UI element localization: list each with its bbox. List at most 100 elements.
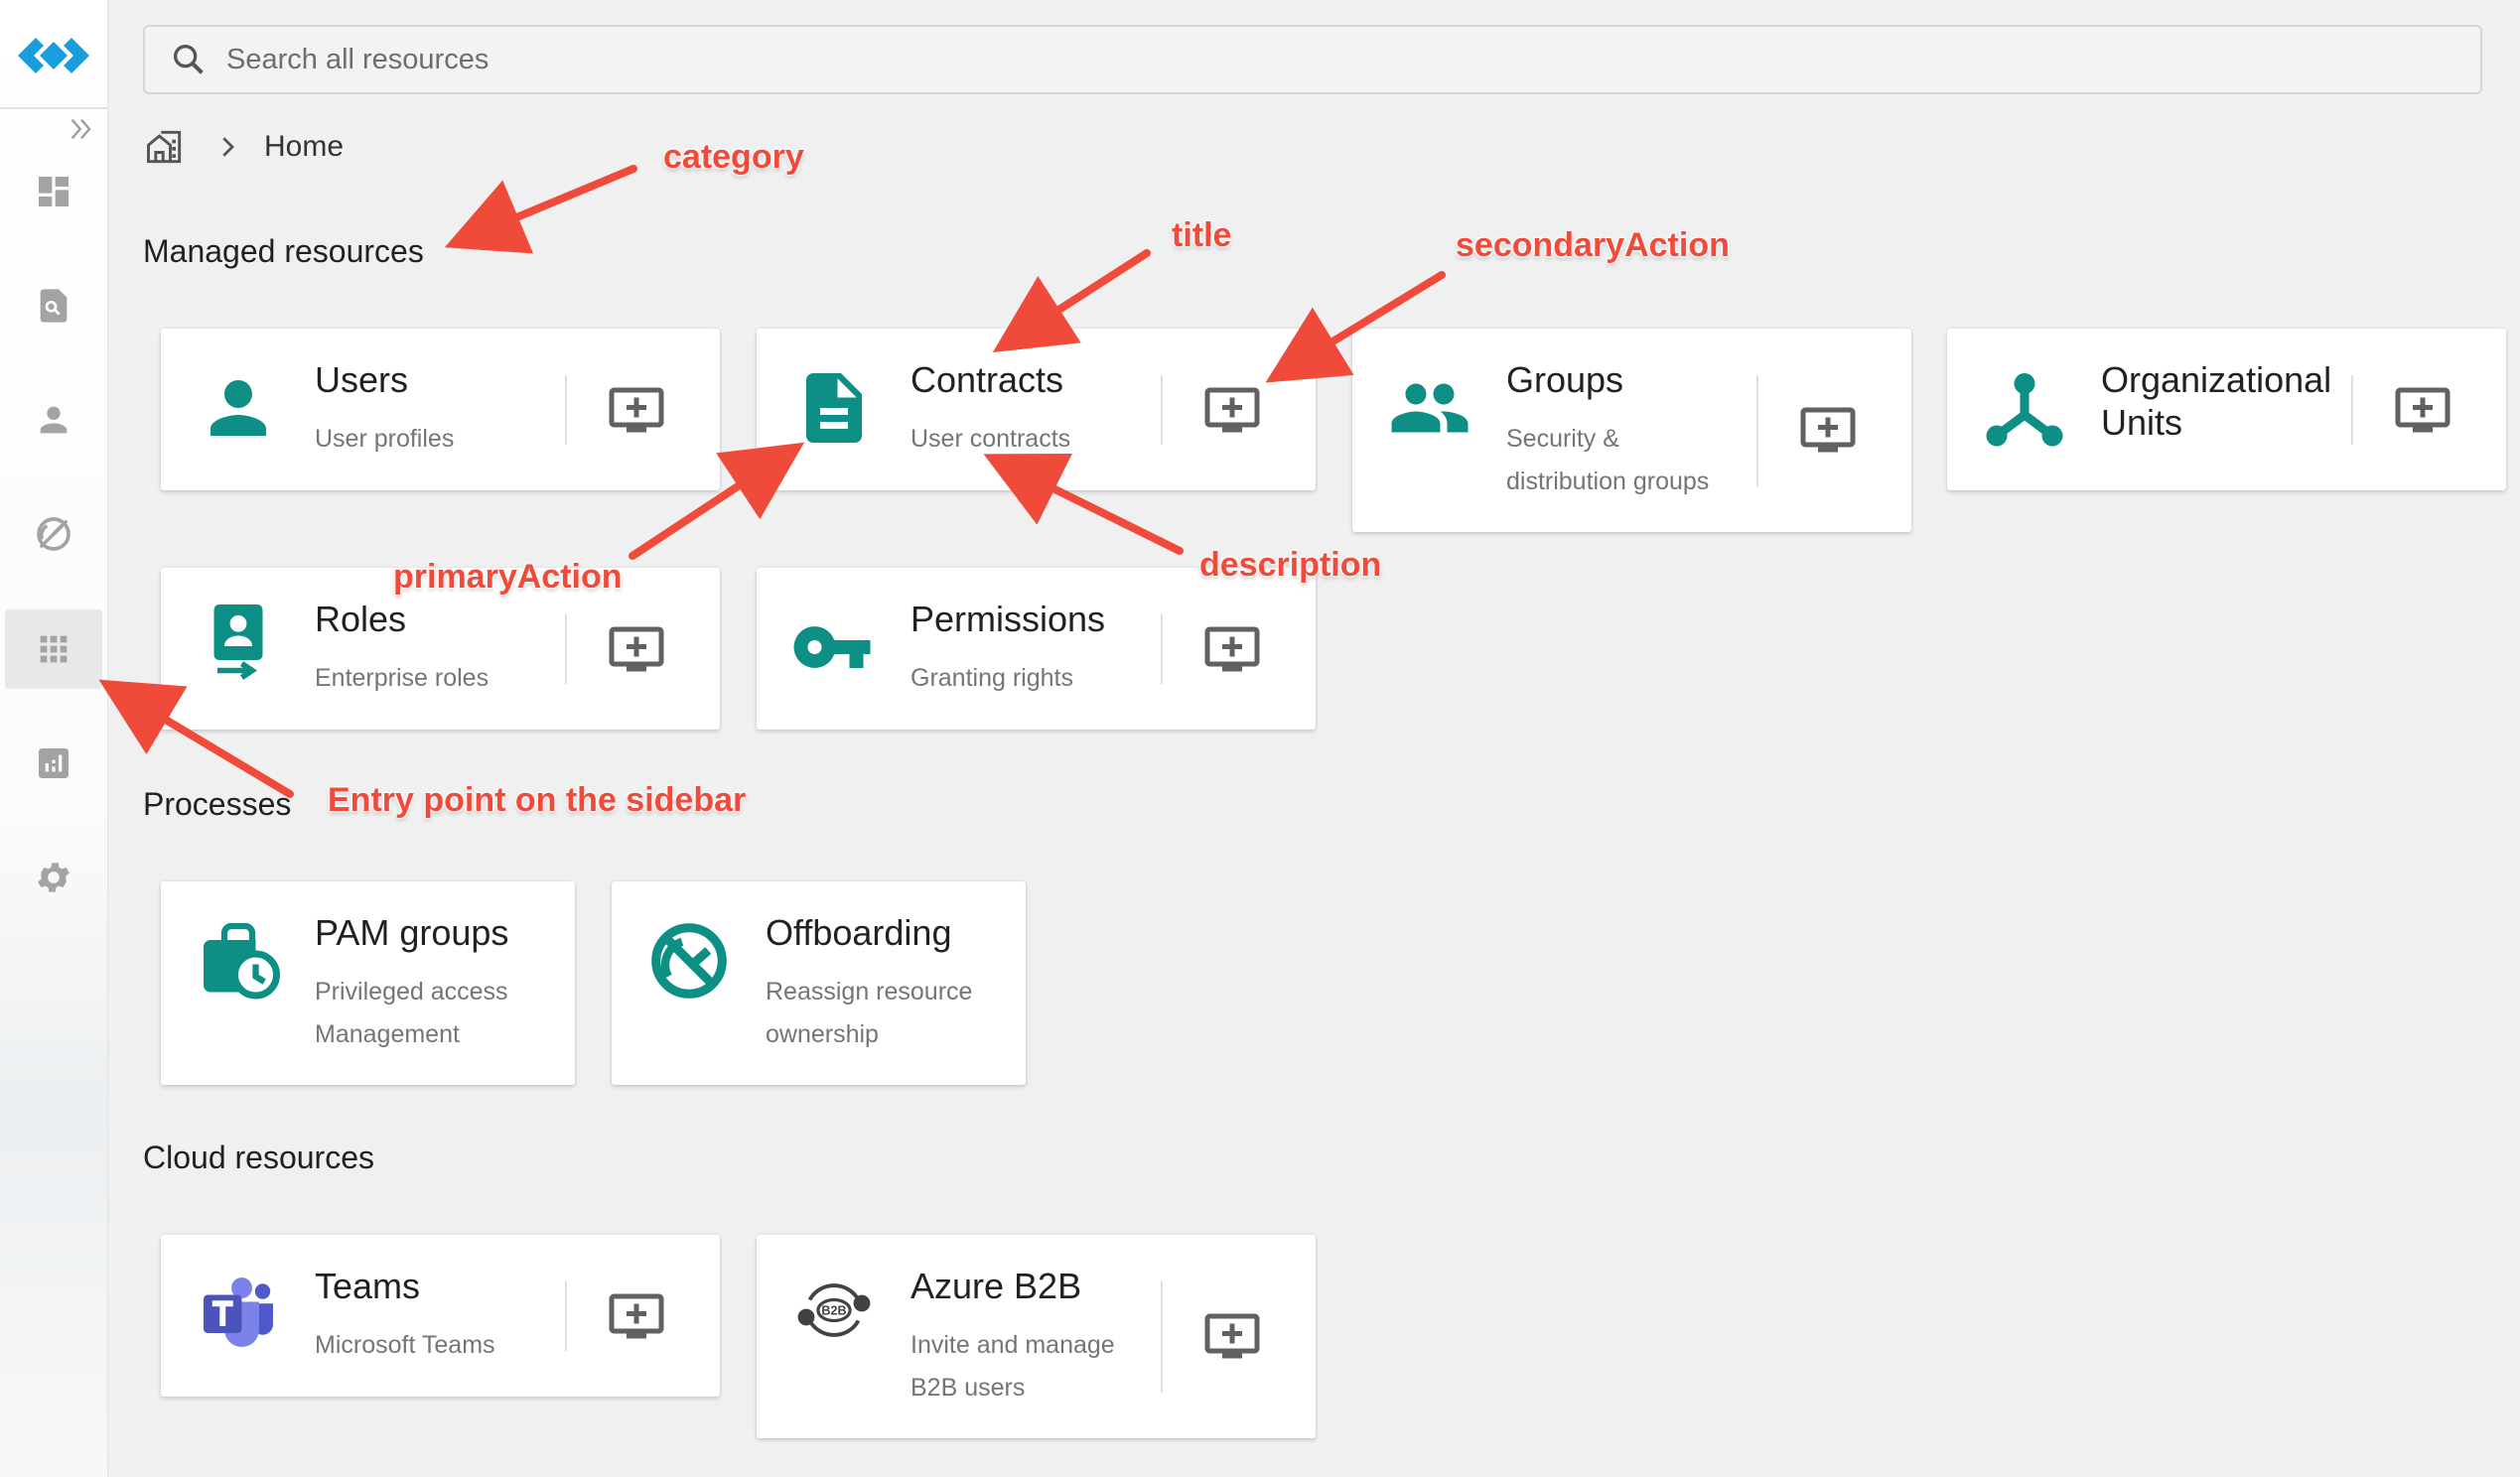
card-title: Azure B2B	[910, 1266, 1082, 1306]
divider	[1756, 375, 1758, 486]
sidebar-item-users[interactable]	[5, 380, 102, 460]
category-arrow	[444, 165, 637, 254]
document-icon	[806, 373, 862, 443]
search-input[interactable]	[224, 42, 2480, 77]
divider	[2351, 375, 2353, 445]
card-permissions[interactable]: Permissions Granting rights	[757, 568, 1316, 730]
work-history-icon	[204, 922, 280, 1000]
sidebar-item-speed[interactable]	[5, 494, 102, 574]
sidebar-divider	[0, 107, 107, 109]
card-title-line-2: Units	[2101, 402, 2183, 443]
card-title: Offboarding	[766, 912, 952, 953]
card-description-line-2: distribution groups	[1506, 468, 1710, 495]
card-title: PAM groups	[315, 912, 509, 953]
annotation-category: category	[663, 138, 804, 176]
card-description: Microsoft Teams	[315, 1331, 495, 1359]
annotation-description: description	[1199, 546, 1382, 584]
primary-action[interactable]	[197, 919, 280, 1003]
card-pam-groups[interactable]: PAM groups Privileged access Management	[161, 881, 575, 1085]
add-to-queue-icon	[1204, 626, 1260, 672]
add-to-queue-icon	[1204, 1313, 1260, 1359]
card-title: Roles	[315, 599, 407, 639]
secondary-action[interactable]	[2393, 380, 2452, 440]
card-title: Users	[315, 359, 409, 400]
secondary-action[interactable]	[1202, 619, 1262, 679]
primary-action[interactable]: B2B	[792, 1269, 876, 1352]
card-description-line-2: Management	[315, 1020, 460, 1048]
category-cloud-resources: Cloud resources	[143, 1140, 374, 1175]
primary-action[interactable]	[1983, 366, 2066, 450]
card-title: Contracts	[910, 359, 1064, 400]
primary-action[interactable]	[197, 366, 280, 450]
add-to-queue-icon	[609, 626, 664, 672]
card-title: Groups	[1506, 359, 1624, 400]
primary-action[interactable]	[792, 366, 876, 450]
annotation-entry-point: Entry point on the sidebar	[328, 781, 747, 819]
sidebar-item-resources[interactable]	[5, 609, 102, 689]
secondary-action[interactable]	[607, 380, 666, 440]
badge-icon	[213, 604, 263, 680]
secondary-action[interactable]	[607, 619, 666, 679]
b2b-icon: B2B	[797, 1283, 871, 1337]
card-teams[interactable]: Teams Microsoft Teams	[161, 1235, 720, 1397]
sidebar-item-settings[interactable]	[5, 838, 102, 917]
add-to-queue-icon	[1800, 407, 1856, 453]
card-description-line-1: Security &	[1506, 425, 1619, 453]
primary-action[interactable]	[647, 919, 731, 1003]
search-document-icon	[40, 289, 68, 323]
secondary-action[interactable]	[1798, 400, 1858, 460]
add-to-queue-icon	[2395, 387, 2450, 433]
settings-icon	[38, 863, 70, 892]
card-contracts[interactable]: Contracts User contracts	[757, 329, 1316, 490]
card-description: User profiles	[315, 425, 455, 453]
sidebar-item-dashboard[interactable]	[5, 152, 102, 231]
sidebar-item-analytics[interactable]	[5, 724, 102, 803]
card-description-line-1: Privileged access	[315, 978, 508, 1006]
secondary-action[interactable]	[1202, 1306, 1262, 1366]
secondary-action[interactable]	[607, 1286, 666, 1346]
add-to-queue-icon	[609, 387, 664, 433]
sidebar-item-search[interactable]	[5, 266, 102, 345]
person-icon	[40, 406, 68, 434]
primary-action[interactable]	[784, 605, 884, 689]
card-description-line-2: ownership	[766, 1020, 879, 1048]
divider	[1161, 375, 1163, 445]
groups-icon	[1391, 383, 1469, 433]
card-organizational-units[interactable]: Organizational Units	[1947, 329, 2506, 490]
divider	[1161, 1281, 1163, 1393]
primary-action[interactable]	[1388, 366, 1471, 450]
search-icon	[174, 45, 204, 74]
expand-sidebar-icon[interactable]	[66, 113, 97, 145]
chevron-right-icon	[222, 137, 234, 157]
app-logo-icon[interactable]	[14, 26, 93, 85]
person-icon	[210, 380, 266, 436]
category-processes: Processes	[143, 786, 292, 822]
annotation-primary-action: primaryAction	[393, 558, 623, 596]
breadcrumb: Home	[143, 124, 344, 170]
svg-text:B2B: B2B	[821, 1304, 846, 1318]
divider	[1161, 614, 1163, 684]
card-description: Enterprise roles	[315, 664, 490, 692]
card-users[interactable]: Users User profiles	[161, 329, 720, 490]
divider	[565, 614, 567, 684]
add-to-queue-icon	[1204, 387, 1260, 433]
card-offboarding[interactable]: Offboarding Reassign resource ownership	[612, 881, 1026, 1085]
key-icon	[793, 626, 871, 668]
card-description: Granting rights	[910, 664, 1073, 692]
sidebar	[0, 0, 108, 1477]
primary-action[interactable]	[197, 598, 280, 681]
breadcrumb-current[interactable]: Home	[264, 130, 344, 164]
divider	[565, 375, 567, 445]
card-description-line-2: B2B users	[910, 1374, 1026, 1402]
speed-off-icon	[651, 923, 727, 999]
search-bar[interactable]	[143, 25, 2482, 94]
card-groups[interactable]: Groups Security & distribution groups	[1352, 329, 1911, 532]
secondary-action[interactable]	[1202, 380, 1262, 440]
home-work-icon[interactable]	[143, 125, 187, 169]
title-arrow	[992, 249, 1151, 353]
card-title-line-1: Organizational	[2101, 359, 2332, 400]
primary-action[interactable]	[197, 1271, 280, 1354]
card-description: User contracts	[910, 425, 1071, 453]
card-azure-b2b[interactable]: B2B Azure B2B Invite and manage B2B user…	[757, 1235, 1316, 1438]
category-managed-resources: Managed resources	[143, 233, 424, 269]
